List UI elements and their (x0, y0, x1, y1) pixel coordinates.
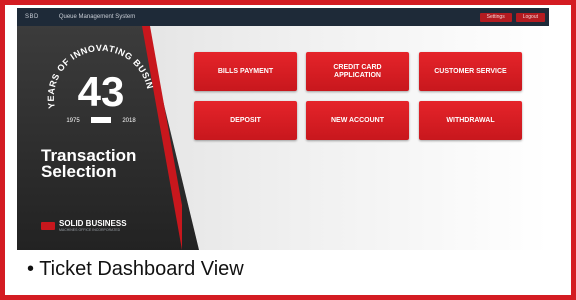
topbar-logo: SBD (25, 14, 39, 20)
badge-number: 43 (78, 68, 125, 115)
anniversary-badge: YEARS OF INNOVATING BUSINESS 43 1975 201… (38, 30, 161, 134)
slide-caption: • Ticket Dashboard View (27, 258, 244, 280)
company-logo-icon (41, 222, 55, 230)
app-title: Queue Management System (58, 14, 136, 20)
new-account-button[interactable]: NEW ACCOUNT (306, 101, 409, 140)
credit-card-application-button[interactable]: CREDIT CARD APPLICATION (306, 52, 409, 91)
page-title: Transaction Selection (41, 147, 181, 181)
badge-end-year: 2018 (122, 118, 136, 124)
company-logo: SOLID BUSINESS MACHINES OFFICE INCORPORA… (41, 220, 127, 232)
company-subtitle: MACHINES OFFICE INCORPORATED (59, 228, 121, 232)
top-bar: SBD Queue Management System Settings Log… (17, 8, 549, 26)
page-title-line2: Selection (41, 162, 117, 181)
anniversary-badge-graphic: YEARS OF INNOVATING BUSINESS 43 1975 201… (38, 30, 155, 124)
bills-payment-button[interactable]: BILLS PAYMENT (194, 52, 297, 91)
badge-start-year: 1975 (66, 118, 80, 124)
deposit-button[interactable]: DEPOSIT (194, 101, 297, 140)
badge-logo-mark (91, 117, 111, 123)
app-window: SBD Queue Management System Settings Log… (17, 8, 549, 250)
withdrawal-button[interactable]: WITHDRAWAL (419, 101, 522, 140)
customer-service-button[interactable]: CUSTOMER SERVICE (419, 52, 522, 91)
logout-button[interactable]: Logout (515, 12, 545, 22)
settings-button[interactable]: Settings (479, 12, 512, 22)
company-name: SOLID BUSINESS (59, 219, 127, 228)
